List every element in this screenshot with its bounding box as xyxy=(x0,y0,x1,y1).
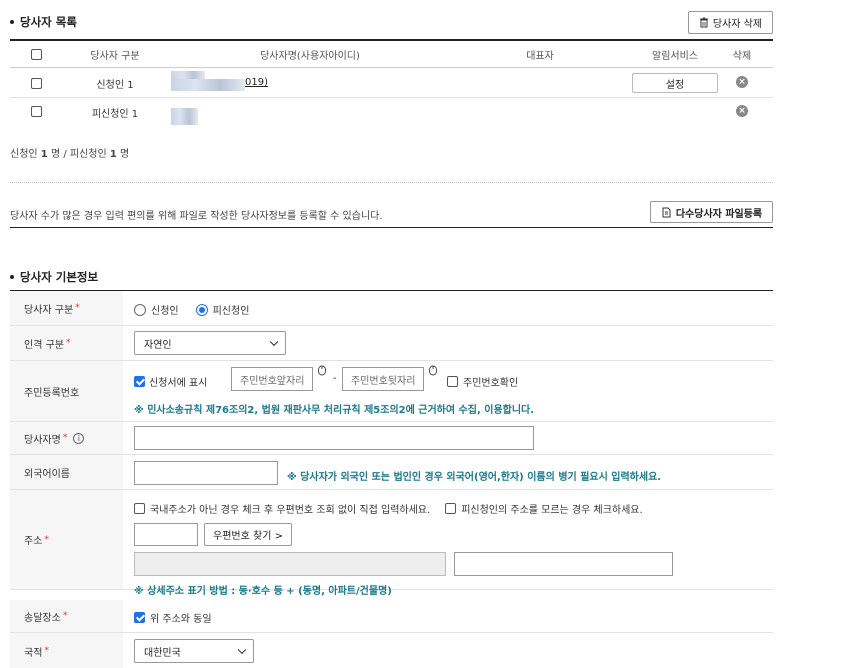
trash-icon xyxy=(699,17,708,28)
delivery-label: 송달장소 xyxy=(24,612,61,624)
bulk-upload-text: 당사자 수가 많은 경우 입력 편의를 위해 파일로 작성한 당사자정보를 등록… xyxy=(10,211,383,222)
address-format-note: ※ 상세주소 표기 방법 : 동·호수 등 + (동명, 아파트/건물명) xyxy=(134,586,392,597)
nationality-select[interactable]: 대한민국 xyxy=(134,639,254,663)
party-type: 신청인 1 xyxy=(96,79,134,91)
party-table-header: 당사자 구분 당사자명(사용자아이디) 대표자 알림서비스 삭제 xyxy=(10,39,773,68)
party-name-link[interactable]: 019) xyxy=(245,77,268,88)
divider xyxy=(10,182,773,183)
col-delete: 삭제 xyxy=(732,51,752,62)
party-count-summary: 신청인 1 명 / 피신청인 1 명 xyxy=(10,149,130,160)
unknown-address-checkbox[interactable] xyxy=(445,503,457,514)
foreign-name-note: ※ 당사자가 외국인 또는 법인인 경우 외국어(영어,한자) 이름의 병기 필… xyxy=(287,472,662,483)
col-party-name: 당사자명(사용자아이디) xyxy=(260,51,360,62)
party-type-label: 당사자 구분 * xyxy=(10,291,123,325)
radio-respondent[interactable] xyxy=(195,303,208,316)
address-detail-input[interactable] xyxy=(454,552,673,576)
basic-info-title: 당사자 기본정보 xyxy=(10,269,98,285)
same-address-label: 위 주소와 동일 xyxy=(150,614,212,625)
nationality-label: 국적 xyxy=(24,647,43,659)
masked-name xyxy=(171,71,205,79)
rrn-dash: - xyxy=(333,373,337,384)
file-register-icon xyxy=(662,207,671,217)
rrn-front-input[interactable]: 주민번호앞자리 xyxy=(231,367,313,391)
rrn-back-input[interactable]: 주민번호뒷자리 xyxy=(342,367,424,391)
party-list-title: 당사자 목록 xyxy=(10,14,77,30)
address-label: 주소 xyxy=(24,536,43,547)
select-all-checkbox[interactable] xyxy=(30,49,42,60)
foreign-address-label: 국내주소가 아닌 경우 체크 후 우편번호 조회 없이 직접 입력하세요. xyxy=(150,505,431,516)
person-type-select[interactable]: 자연인 xyxy=(134,331,286,355)
zip-code-input[interactable] xyxy=(134,523,198,546)
rrn-label: 주민등록번호 xyxy=(24,387,80,399)
mouse-keyboard-icon[interactable] xyxy=(428,364,438,376)
person-type-label: 인격 구분 xyxy=(24,339,64,351)
col-notification: 알림서비스 xyxy=(652,51,698,62)
close-circle-icon[interactable]: × xyxy=(736,76,748,88)
basic-info-form: 당사자 구분 * 신청인 피신청인 인격 구분 * 자연인 주민등록번호 신청서에 … xyxy=(10,290,773,668)
notification-setting-button[interactable]: 설정 xyxy=(632,73,718,93)
masked-name xyxy=(171,79,245,91)
foreign-name-label: 외국어이름 xyxy=(24,468,70,480)
rrn-legal-note: ※ 민사소송규칙 제76조의2, 법원 재판사무 처리규칙 제5조의2에 근거하… xyxy=(134,405,535,416)
rrn-show-checkbox[interactable] xyxy=(134,376,145,387)
rrn-confirm-checkbox[interactable] xyxy=(447,376,458,387)
col-party-type: 당사자 구분 xyxy=(90,51,140,62)
rrn-show-label: 신청서에 표시 xyxy=(149,378,208,389)
foreign-address-checkbox[interactable] xyxy=(134,503,145,514)
table-row: 피신청인 1 × xyxy=(10,98,773,126)
foreign-name-input[interactable] xyxy=(134,461,278,485)
rrn-confirm-label: 주민번호확인 xyxy=(463,378,519,389)
col-representative: 대표자 xyxy=(526,51,554,62)
info-icon[interactable]: i xyxy=(73,432,85,444)
masked-name xyxy=(171,108,198,125)
table-row: 신청인 1 019) 설정 × xyxy=(10,69,773,97)
row-checkbox[interactable] xyxy=(30,105,42,117)
radio-applicant[interactable] xyxy=(134,303,146,316)
address-input[interactable] xyxy=(134,552,446,576)
mouse-keyboard-icon[interactable] xyxy=(317,364,327,376)
radio-respondent-label: 피신청인 xyxy=(212,306,250,317)
close-circle-icon[interactable]: × xyxy=(736,105,748,117)
divider xyxy=(10,227,773,228)
party-name-label: 당사자명 xyxy=(24,434,61,446)
same-address-checkbox[interactable] xyxy=(134,612,145,623)
party-type: 피신청인 1 xyxy=(91,108,139,120)
unknown-address-label: 피신청인의 주소를 모르는 경우 체크하세요. xyxy=(461,505,643,516)
radio-applicant-label: 신청인 xyxy=(151,306,179,317)
bulk-party-file-button[interactable]: 다수당사자 파일등록 xyxy=(650,201,773,223)
zip-search-button[interactable]: 우편번호 찾기 > xyxy=(204,523,292,546)
delete-party-button[interactable]: 당사자 삭제 xyxy=(688,11,773,34)
party-name-input[interactable] xyxy=(134,426,534,450)
row-checkbox[interactable] xyxy=(30,77,42,89)
